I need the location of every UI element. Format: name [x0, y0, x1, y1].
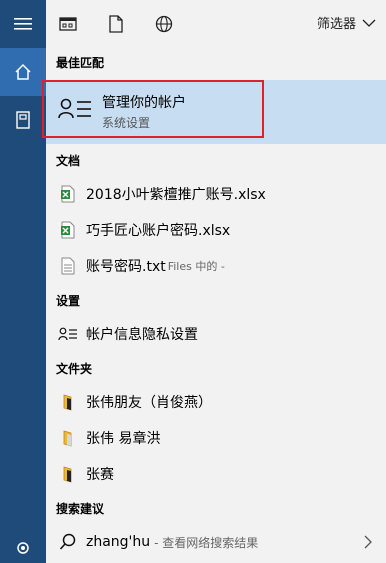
list-item[interactable]: 账号密码.txt Files 中的 - — [46, 249, 386, 283]
suggestion-query: zhang'hu — [86, 534, 151, 550]
left-rail — [0, 0, 46, 563]
apps-filter-button[interactable] — [56, 12, 80, 36]
account-icon — [58, 98, 91, 119]
document-name: 2018小叶紫檀推广账号.xlsx — [86, 187, 266, 203]
suggestion-item[interactable]: zhang'hu - 查看网络搜索结果 — [46, 525, 386, 559]
document-name: 账号密码.txt — [86, 259, 166, 275]
suggestion-hint: - 查看网络搜索结果 — [154, 535, 259, 550]
globe-icon — [155, 15, 173, 33]
app-window-icon — [59, 17, 77, 31]
folder-name: 张伟朋友（肖俊燕） — [86, 395, 212, 411]
section-documents: 文档 — [56, 154, 81, 168]
folder-name: 张赛 — [86, 467, 114, 483]
section-search-suggestions: 搜索建议 — [56, 502, 105, 516]
excel-file-icon — [58, 220, 78, 240]
search-results-panel: 筛选器 最佳匹配 管理你的帐户 系统设置 文档 2018小叶紫檀推广账号.xls… — [42, 0, 386, 563]
best-match-title: 管理你的帐户 — [102, 95, 186, 111]
document-name: 巧手匠心账户密码.xlsx — [86, 223, 231, 239]
web-filter-button[interactable] — [152, 12, 176, 36]
folder-icon — [58, 392, 78, 412]
setting-name: 帐户信息隐私设置 — [86, 327, 198, 343]
settings-button[interactable] — [0, 540, 46, 563]
text-file-icon — [58, 256, 78, 276]
document-icon — [109, 15, 123, 33]
top-bar: 筛选器 — [46, 0, 386, 46]
list-item[interactable]: 2018小叶紫檀推广账号.xlsx — [46, 177, 386, 211]
section-best-match: 最佳匹配 — [56, 56, 105, 70]
excel-file-icon — [58, 184, 78, 204]
best-match-subtitle: 系统设置 — [102, 116, 151, 130]
list-item[interactable]: 张赛 — [46, 457, 386, 491]
list-item[interactable]: 张伟朋友（肖俊燕） — [46, 385, 386, 419]
folder-icon — [58, 428, 78, 448]
home-icon — [15, 63, 31, 80]
chevron-down-icon — [362, 19, 376, 27]
gear-icon — [17, 542, 29, 554]
filter-label: 筛选器 — [316, 17, 356, 32]
chevron-right-icon — [364, 535, 372, 549]
home-button[interactable] — [0, 48, 46, 96]
best-match-item[interactable]: 管理你的帐户 系统设置 — [42, 80, 386, 144]
menu-button[interactable] — [0, 0, 46, 48]
notebook-button[interactable] — [0, 96, 46, 144]
hamburger-icon — [14, 18, 32, 30]
list-item[interactable]: 帐户信息隐私设置 — [46, 317, 386, 351]
section-folders: 文件夹 — [56, 362, 93, 376]
folder-name: 张伟 易章洪 — [86, 431, 161, 447]
notebook-icon — [16, 111, 30, 129]
account-settings-icon — [58, 324, 78, 344]
folder-icon — [58, 464, 78, 484]
filter-dropdown[interactable]: 筛选器 — [317, 13, 376, 32]
document-location: Files 中的 - — [167, 260, 225, 273]
section-settings: 设置 — [56, 294, 81, 308]
list-item[interactable]: 张伟 易章洪 — [46, 421, 386, 455]
documents-filter-button[interactable] — [104, 12, 128, 36]
search-icon — [58, 532, 78, 552]
list-item[interactable]: 巧手匠心账户密码.xlsx — [46, 213, 386, 247]
